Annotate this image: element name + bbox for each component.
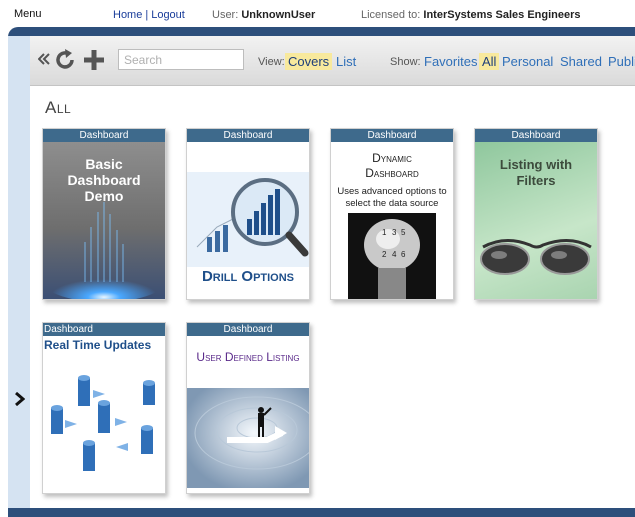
search-input[interactable] bbox=[118, 49, 244, 70]
show-favorites[interactable]: Favorites bbox=[421, 53, 480, 70]
dashboard-card-drill[interactable]: Dashboard Drill Options bbox=[186, 128, 310, 300]
card-cover: Basic Dashboard Demo bbox=[43, 142, 165, 299]
show-label: Show: bbox=[390, 56, 421, 68]
card-type-label: Dashboard bbox=[43, 323, 165, 336]
show-all[interactable]: All bbox=[479, 53, 500, 70]
card-cover: Drill Options bbox=[187, 142, 309, 299]
card-title: Dynamic Dashboard bbox=[365, 151, 419, 180]
top-links: Home | Logout bbox=[113, 9, 185, 21]
user-name: UnknownUser bbox=[241, 9, 316, 21]
card-type-label: Dashboard bbox=[187, 129, 309, 142]
svg-text:1: 1 bbox=[382, 228, 387, 237]
magnifier-chart-icon bbox=[187, 172, 309, 267]
card-type-label: Dashboard bbox=[331, 129, 453, 142]
card-cover: Listing with Filters bbox=[475, 142, 597, 299]
view-label: View: bbox=[258, 56, 285, 68]
card-type-label: Dashboard bbox=[43, 129, 165, 142]
card-cover: User Defined Listing bbox=[187, 336, 309, 493]
top-bar: Menu Home | Logout User: UnknownUser Licen… bbox=[0, 0, 635, 26]
card-title: Basic Dashboard Demo bbox=[67, 156, 141, 204]
section-title: All bbox=[45, 98, 72, 117]
main-panel: View: Covers List Show: Favorites All Pe… bbox=[30, 36, 635, 508]
card-cover: Dynamic Dashboard Uses advanced options … bbox=[331, 142, 453, 299]
dashboard-card-dynamic[interactable]: Dashboard Dynamic Dashboard Uses advance… bbox=[330, 128, 454, 300]
refresh-icon[interactable] bbox=[53, 48, 77, 72]
card-title: Drill Options bbox=[201, 268, 295, 285]
link-separator: | bbox=[145, 9, 149, 21]
card-title: Real Time Updates bbox=[44, 338, 152, 352]
gear-shift-icon: 1 3 5 2 4 6 bbox=[348, 213, 436, 299]
dashboard-card-basic[interactable]: Dashboard Basic Dashboard Demo bbox=[42, 128, 166, 300]
toolbar: View: Covers List Show: Favorites All Pe… bbox=[30, 36, 635, 86]
card-cover: Real Time Updates bbox=[43, 336, 165, 493]
add-icon[interactable] bbox=[82, 48, 106, 72]
svg-text:5: 5 bbox=[401, 228, 406, 237]
licensed-to: InterSystems Sales Engineers bbox=[423, 9, 581, 21]
dashboard-card-userdefined[interactable]: Dashboard User Defined Listing bbox=[186, 322, 310, 494]
card-type-label: Dashboard bbox=[187, 323, 309, 336]
card-type-label: Dashboard bbox=[475, 129, 597, 142]
double-chevron-left-icon[interactable] bbox=[38, 52, 50, 66]
binary-tunnel-icon bbox=[187, 388, 309, 488]
home-link[interactable]: Home bbox=[113, 9, 142, 21]
dashboard-card-realtime[interactable]: Dashboard Real Time Updates bbox=[42, 322, 166, 494]
show-shared[interactable]: Shared bbox=[557, 53, 605, 70]
view-list[interactable]: List bbox=[333, 53, 359, 70]
menu-button[interactable]: Menu bbox=[14, 8, 42, 20]
licensed-label: Licensed to: bbox=[361, 9, 421, 21]
svg-text:4: 4 bbox=[392, 250, 397, 259]
database-network-icon bbox=[51, 375, 155, 471]
svg-text:2: 2 bbox=[382, 250, 387, 259]
user-info: User: UnknownUser bbox=[212, 9, 315, 21]
card-title: Listing with Filters bbox=[499, 157, 573, 188]
dashboard-card-listing[interactable]: Dashboard Listing with Filters bbox=[474, 128, 598, 300]
show-personal[interactable]: Personal bbox=[499, 53, 556, 70]
chevron-right-icon[interactable] bbox=[13, 392, 25, 406]
license-info: Licensed to: InterSystems Sales Engineer… bbox=[361, 9, 581, 21]
card-title: User Defined Listing bbox=[196, 350, 300, 364]
card-subtitle: Uses advanced options to select the data… bbox=[337, 186, 447, 209]
svg-text:6: 6 bbox=[401, 250, 406, 259]
logout-link[interactable]: Logout bbox=[151, 9, 185, 21]
show-public[interactable]: Publi bbox=[605, 53, 635, 70]
sidebar bbox=[8, 36, 30, 508]
user-label: User: bbox=[212, 9, 239, 21]
svg-text:3: 3 bbox=[392, 228, 397, 237]
sunglasses-icon bbox=[480, 239, 592, 275]
view-covers[interactable]: Covers bbox=[285, 53, 333, 70]
